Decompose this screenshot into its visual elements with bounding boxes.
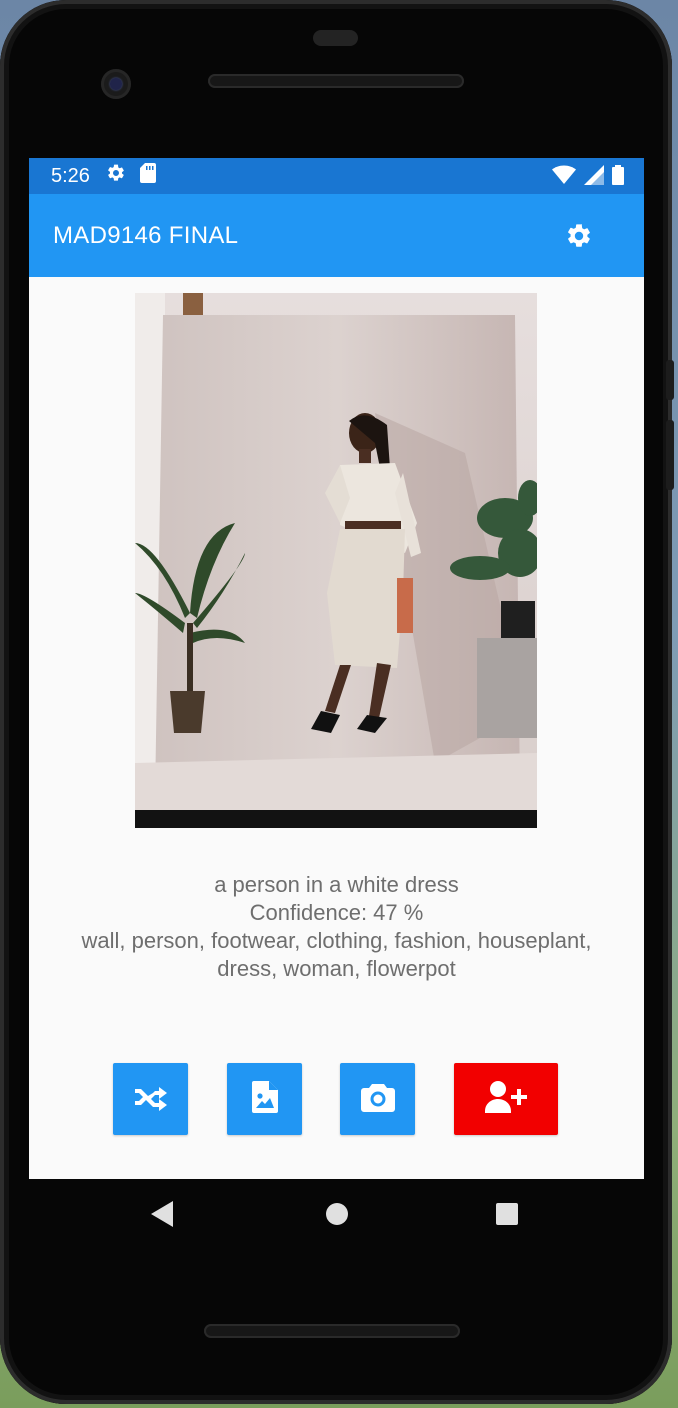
recents-icon[interactable] bbox=[495, 1201, 519, 1232]
result-caption: a person in a white dress Confidence: 47… bbox=[29, 871, 644, 983]
settings-icon[interactable] bbox=[565, 222, 593, 250]
add-user-icon bbox=[485, 1080, 527, 1118]
power-button bbox=[666, 420, 674, 490]
system-nav-bar bbox=[29, 1179, 644, 1251]
gear-icon bbox=[106, 163, 126, 189]
volume-button bbox=[666, 360, 674, 400]
top-speaker bbox=[208, 74, 464, 88]
add-user-button[interactable] bbox=[454, 1063, 558, 1135]
confidence-text: Confidence: 47 % bbox=[249, 900, 424, 925]
shuffle-button[interactable] bbox=[113, 1063, 188, 1135]
pick-image-button[interactable] bbox=[227, 1063, 302, 1135]
tags-text: wall, person, footwear, clothing, fashio… bbox=[81, 928, 592, 981]
home-icon[interactable] bbox=[325, 1201, 349, 1232]
sd-card-icon bbox=[139, 163, 156, 189]
shuffle-icon bbox=[134, 1083, 167, 1116]
app-screen: 5:26 MAD9146 FINAL a person in a white d… bbox=[29, 158, 644, 1179]
camera-icon bbox=[360, 1082, 395, 1117]
wifi-icon bbox=[552, 165, 576, 191]
earpiece bbox=[313, 30, 358, 46]
app-bar: MAD9146 FINAL bbox=[29, 194, 644, 277]
app-title: MAD9146 FINAL bbox=[53, 222, 239, 249]
status-bar: 5:26 bbox=[29, 158, 644, 194]
back-icon[interactable] bbox=[151, 1201, 175, 1232]
bottom-speaker bbox=[204, 1324, 460, 1338]
camera-button[interactable] bbox=[340, 1063, 415, 1135]
phone-frame: 5:26 MAD9146 FINAL a person in a white d… bbox=[0, 0, 674, 1404]
status-time: 5:26 bbox=[51, 164, 90, 187]
analyzed-photo bbox=[135, 293, 537, 828]
image-file-icon bbox=[251, 1080, 278, 1118]
cellular-signal-icon bbox=[584, 165, 604, 191]
front-camera bbox=[101, 69, 131, 99]
description-text: a person in a white dress bbox=[214, 872, 459, 897]
battery-icon bbox=[612, 165, 624, 191]
